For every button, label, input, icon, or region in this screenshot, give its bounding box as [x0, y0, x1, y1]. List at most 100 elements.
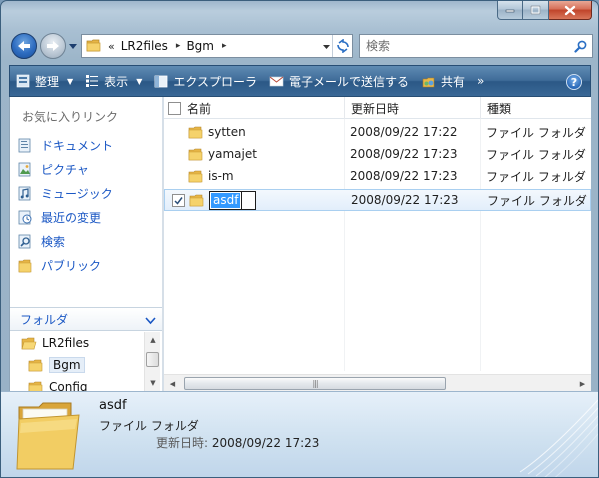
- file-row-yamajet[interactable]: yamajet 2008/09/22 17:23 ファイル フォルダ: [164, 143, 591, 165]
- views-button[interactable]: 表示 ▼: [79, 66, 148, 96]
- email-button[interactable]: 電子メールで送信する: [263, 66, 415, 96]
- search-input[interactable]: [366, 36, 571, 56]
- file-row-is-m[interactable]: is-m 2008/09/22 17:23 ファイル フォルダ: [164, 165, 591, 187]
- favorite-link-label: 検索: [41, 234, 66, 249]
- favorite-links-header: お気に入りリンク: [22, 110, 119, 124]
- close-button[interactable]: [549, 1, 592, 20]
- scroll-thumb[interactable]: |||: [184, 377, 446, 390]
- folder-large-icon: [13, 397, 85, 476]
- pictures-icon: [17, 161, 33, 177]
- tree-item-bgm[interactable]: Bgm: [10, 354, 145, 376]
- scroll-up-arrow-icon[interactable]: ▲: [145, 332, 161, 348]
- scroll-right-arrow-icon[interactable]: ▶: [574, 375, 591, 392]
- help-button[interactable]: ?: [566, 74, 582, 90]
- explorer-icon: [154, 75, 168, 88]
- chevron-down-icon: [323, 45, 330, 49]
- file-row-sytten[interactable]: sytten 2008/09/22 17:22 ファイル フォルダ: [164, 121, 591, 143]
- recent-pages-dropdown[interactable]: [68, 42, 77, 51]
- minimize-button[interactable]: [497, 1, 523, 20]
- rename-input[interactable]: asdf: [209, 190, 243, 210]
- file-type: ファイル フォルダ: [487, 193, 587, 208]
- column-header-type[interactable]: 種類: [480, 97, 591, 119]
- tree-item-label: LR2files: [42, 336, 90, 350]
- folder-icon: [28, 357, 44, 373]
- checkmark-icon: [174, 196, 183, 205]
- column-header-row: 名前 更新日時 種類: [164, 97, 591, 119]
- column-header-name[interactable]: 名前: [164, 97, 344, 119]
- breadcrumb-bgm[interactable]: Bgm: [186, 39, 214, 53]
- search-icon[interactable]: [571, 40, 589, 53]
- favorite-link-documents[interactable]: ドキュメント: [10, 133, 162, 157]
- scroll-down-arrow-icon[interactable]: ▼: [145, 375, 161, 391]
- details-pane: asdf ファイル フォルダ 更新日時: 2008/09/22 17:23: [1, 391, 598, 477]
- refresh-button[interactable]: [332, 35, 352, 57]
- caret-down-icon: ▼: [136, 76, 143, 86]
- email-label: 電子メールで送信する: [289, 74, 410, 89]
- tree-item-config[interactable]: Config: [10, 376, 145, 391]
- scroll-thumb[interactable]: [146, 352, 159, 367]
- breadcrumb-separator[interactable]: ▸: [176, 41, 181, 51]
- search-box[interactable]: [359, 34, 593, 58]
- favorite-link-label: ドキュメント: [41, 138, 114, 153]
- music-icon: [17, 185, 33, 201]
- file-type: ファイル フォルダ: [486, 147, 586, 162]
- favorite-link-public[interactable]: パブリック: [10, 253, 162, 277]
- explorer-window: « LR2files ▸ Bgm ▸ 整理 ▼: [0, 0, 599, 478]
- favorite-link-label: 最近の変更: [41, 210, 102, 225]
- file-date: 2008/09/22 17:23: [350, 169, 458, 183]
- tree-item-lr2files[interactable]: LR2files: [10, 332, 145, 354]
- file-list-pane: 名前 更新日時 種類 sytten 2008/09/22 17:22 ファイル …: [164, 97, 591, 391]
- column-header-date-label: 更新日時: [351, 101, 400, 116]
- row-checkbox[interactable]: [172, 193, 185, 207]
- column-header-date[interactable]: 更新日時: [344, 97, 480, 119]
- column-header-name-label: 名前: [187, 101, 212, 116]
- details-item-name: asdf: [99, 398, 127, 413]
- folder-tree: LR2files Bgm Config: [10, 332, 145, 391]
- arrow-left-icon: [18, 41, 30, 51]
- back-button[interactable]: [11, 33, 37, 59]
- minimize-icon: [505, 9, 515, 13]
- file-type: ファイル フォルダ: [486, 169, 586, 184]
- command-bar: 整理 ▼ 表示 ▼ エクスプローラ 電子メールで送信する 共有 » ?: [9, 65, 591, 97]
- views-label: 表示: [104, 74, 129, 89]
- organize-button[interactable]: 整理 ▼: [10, 66, 79, 96]
- scroll-left-arrow-icon[interactable]: ◀: [164, 375, 181, 392]
- favorite-link-pictures[interactable]: ピクチャ: [10, 157, 162, 181]
- folder-icon: [28, 379, 44, 391]
- horizontal-scrollbar[interactable]: ◀ ||| ▶: [164, 374, 591, 391]
- views-icon: [85, 74, 99, 88]
- explore-label: エクスプローラ: [173, 74, 257, 89]
- chevron-down-icon: [68, 44, 77, 49]
- file-row-asdf[interactable]: asdf 2008/09/22 17:23 ファイル フォルダ: [164, 189, 591, 211]
- favorite-link-music[interactable]: ミュージック: [10, 181, 162, 205]
- select-all-checkbox[interactable]: [168, 101, 181, 115]
- public-folder-icon: [17, 257, 33, 273]
- explore-button[interactable]: エクスプローラ: [148, 66, 263, 96]
- scroll-grip: |||: [312, 379, 318, 388]
- file-rows: sytten 2008/09/22 17:22 ファイル フォルダ yamaje…: [164, 121, 591, 213]
- maximize-button[interactable]: [523, 1, 549, 20]
- toolbar-overflow-button[interactable]: »: [477, 74, 484, 88]
- favorite-link-searches[interactable]: 検索: [10, 229, 162, 253]
- folder-tree-scrollbar[interactable]: ▲ ▼: [144, 332, 160, 391]
- share-button[interactable]: 共有: [415, 66, 471, 96]
- favorite-links-list: ドキュメント ピクチャ ミュージック 最近の変更 検索 パブリック: [10, 133, 162, 277]
- navigation-pane: お気に入りリンク ドキュメント ピクチャ ミュージック 最近の変更 検索 パブリ…: [9, 97, 162, 391]
- folder-icon: [189, 192, 205, 208]
- address-dropdown-button[interactable]: [323, 42, 330, 51]
- column-header-type-label: 種類: [487, 101, 512, 116]
- breadcrumb-lr2files[interactable]: LR2files: [121, 39, 168, 53]
- breadcrumb-separator[interactable]: ▸: [222, 41, 227, 51]
- address-bar[interactable]: « LR2files ▸ Bgm ▸: [81, 34, 353, 58]
- folders-header[interactable]: フォルダ: [10, 307, 162, 331]
- favorite-link-recent-changes[interactable]: 最近の変更: [10, 205, 162, 229]
- organize-icon: [16, 74, 30, 88]
- address-overflow-chevron[interactable]: «: [108, 40, 115, 53]
- caret-down-icon: ▼: [67, 76, 74, 86]
- arrow-right-icon: [47, 41, 59, 51]
- chevron-down-icon[interactable]: [145, 314, 156, 328]
- forward-button[interactable]: [40, 33, 66, 59]
- details-modified-label: 更新日時:: [156, 436, 209, 450]
- tree-item-label: Bgm: [49, 357, 85, 373]
- maximize-icon: [530, 5, 541, 15]
